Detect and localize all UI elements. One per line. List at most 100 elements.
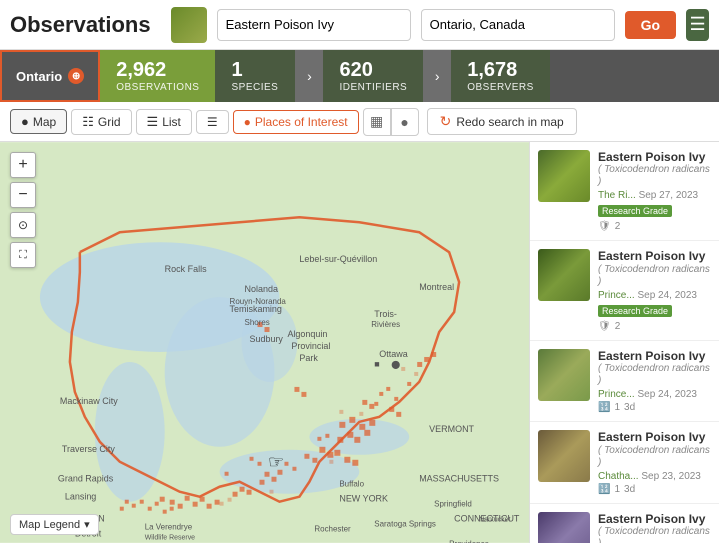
observation-name: Eastern Poison Ivy	[598, 512, 711, 526]
identifiers-label: IDENTIFIERS	[339, 82, 407, 93]
svg-text:Lebel-sur-Quévillon: Lebel-sur-Quévillon	[299, 254, 377, 264]
svg-text:⬤: ⬤	[391, 360, 400, 369]
region-label: Ontario	[16, 69, 62, 84]
shield-icon: 🛡	[598, 221, 611, 232]
svg-text:Provincial: Provincial	[291, 341, 330, 351]
observers-label: OBSERVERS	[467, 82, 534, 93]
observation-info: Eastern Poison Ivy ( Toxicodendron radic…	[598, 349, 711, 413]
svg-text:■: ■	[374, 359, 379, 369]
svg-text:Springfield: Springfield	[434, 500, 472, 509]
species-arrow[interactable]: ›	[295, 50, 323, 102]
svg-text:Nantucket: Nantucket	[479, 517, 510, 524]
observation-sci-name: ( Toxicodendron radicans )	[598, 264, 711, 288]
list-view-button[interactable]: ☰ List	[136, 109, 192, 135]
observation-name: Eastern Poison Ivy	[598, 150, 711, 164]
observation-name: Eastern Poison Ivy	[598, 349, 711, 363]
species-stat: 1 SPECIES	[215, 50, 295, 102]
svg-text:Temiskaming: Temiskaming	[230, 304, 282, 314]
toolbar: ● Map ☷ Grid ☰ List ☰ ● Places of Intere…	[0, 102, 719, 142]
observation-name: Eastern Poison Ivy	[598, 249, 711, 263]
observation-info: Eastern Poison Ivy ( Toxicodendron radic…	[598, 512, 711, 543]
identifiers-arrow[interactable]: ›	[423, 50, 451, 102]
list-label: List	[162, 115, 181, 129]
go-button[interactable]: Go	[625, 11, 676, 39]
observations-stat: 2,962 OBSERVATIONS	[100, 50, 215, 102]
observation-sci-name: ( Toxicodendron radicans )	[598, 164, 711, 188]
stats-bar: Ontario ⊕ 2,962 OBSERVATIONS 1 SPECIES ›…	[0, 50, 719, 102]
places-button[interactable]: ● Places of Interest	[233, 110, 359, 134]
search-input[interactable]	[217, 9, 411, 41]
region-selector[interactable]: Ontario ⊕	[0, 50, 100, 102]
list-item[interactable]: Eastern Poison Ivy ( Toxicodendron radic…	[530, 422, 719, 503]
fullscreen-button[interactable]: ⛶	[10, 242, 36, 268]
observations-label: OBSERVATIONS	[116, 82, 199, 93]
map-container[interactable]: Temiskaming Shores Rock Falls Lebel-sur-…	[0, 142, 529, 543]
svg-text:Rock Falls: Rock Falls	[165, 264, 207, 274]
location-input[interactable]	[421, 9, 615, 41]
svg-text:Rivières: Rivières	[371, 320, 400, 329]
observers-count: 1,678	[467, 60, 517, 80]
svg-text:Algonquin: Algonquin	[287, 329, 327, 339]
svg-text:Sudbury: Sudbury	[250, 334, 284, 344]
observation-name: Eastern Poison Ivy	[598, 430, 711, 444]
hamburger-icon: ☰	[689, 14, 705, 35]
id-count-icon: 🔢	[598, 402, 610, 413]
layers-icon: ☰	[207, 115, 218, 129]
svg-text:Ottawa: Ottawa	[379, 349, 407, 359]
observation-user: Chatha... Sep 23, 2023	[598, 471, 711, 482]
observation-meta: 🛡 2	[598, 221, 711, 232]
grid-toggle-squares[interactable]: ▦	[363, 108, 391, 136]
svg-text:Nolanda: Nolanda	[245, 284, 278, 294]
grid-view-button[interactable]: ☷ Grid	[71, 109, 131, 135]
observation-meta: 🛡 2	[598, 321, 711, 332]
main-content: Temiskaming Shores Rock Falls Lebel-sur-…	[0, 142, 719, 543]
list-item[interactable]: Eastern Poison Ivy ( Toxicodendron radic…	[530, 504, 719, 543]
observation-info: Eastern Poison Ivy ( Toxicodendron radic…	[598, 150, 711, 232]
map-legend[interactable]: Map Legend ▾	[10, 514, 99, 535]
observation-meta: 🔢 1 3d	[598, 402, 711, 413]
observation-sci-name: ( Toxicodendron radicans )	[598, 526, 711, 543]
observations-panel: Eastern Poison Ivy ( Toxicodendron radic…	[529, 142, 719, 543]
svg-text:Rouyn-Noranda: Rouyn-Noranda	[230, 297, 287, 306]
svg-text:MASSACHUSETTS: MASSACHUSETTS	[419, 474, 499, 484]
chevron-down-icon: ▾	[84, 518, 90, 531]
observation-thumbnail	[538, 430, 590, 482]
id-count-icon: 🔢	[598, 484, 610, 495]
list-icon: ☰	[147, 114, 159, 130]
identifiers-count: 620	[339, 60, 372, 80]
svg-text:CONNECTICUT: CONNECTICUT	[454, 514, 520, 524]
grid-toggle: ▦ ●	[363, 108, 419, 136]
grid-icon: ☷	[82, 114, 94, 130]
observation-sci-name: ( Toxicodendron radicans )	[598, 445, 711, 469]
header: Observations Go ☰	[0, 0, 719, 50]
svg-text:La Verendrye: La Verendrye	[145, 523, 193, 532]
menu-button[interactable]: ☰	[686, 9, 709, 41]
identifiers-stat: 620 IDENTIFIERS	[323, 50, 423, 102]
svg-text:Rochester: Rochester	[314, 525, 351, 534]
region-icon: ⊕	[68, 68, 84, 84]
places-label: Places of Interest	[255, 115, 348, 129]
observation-sci-name: ( Toxicodendron radicans )	[598, 363, 711, 387]
zoom-out-button[interactable]: −	[10, 182, 36, 208]
svg-text:NEW YORK: NEW YORK	[339, 494, 388, 504]
svg-text:Buffalo: Buffalo	[339, 480, 364, 489]
svg-text:Park: Park	[299, 353, 318, 363]
zoom-in-button[interactable]: +	[10, 152, 36, 178]
species-thumbnail	[171, 7, 207, 43]
species-label: SPECIES	[231, 82, 278, 93]
species-count: 1	[231, 60, 242, 80]
redo-search-button[interactable]: ↻ Redo search in map	[427, 108, 577, 135]
observers-stat: 1,678 OBSERVERS	[451, 50, 550, 102]
list-item[interactable]: Eastern Poison Ivy ( Toxicodendron radic…	[530, 341, 719, 422]
list-item[interactable]: Eastern Poison Ivy ( Toxicodendron radic…	[530, 241, 719, 340]
redo-icon: ↻	[440, 113, 452, 130]
shield-icon: 🛡	[598, 321, 611, 332]
observation-user: Prince... Sep 24, 2023	[598, 389, 711, 400]
locate-button[interactable]: ⊙	[10, 212, 36, 238]
grid-toggle-circles[interactable]: ●	[391, 108, 419, 136]
list-item[interactable]: Eastern Poison Ivy ( Toxicodendron radic…	[530, 142, 719, 241]
cursor-pointer: ☞	[268, 452, 284, 473]
svg-text:VERMONT: VERMONT	[429, 424, 474, 434]
map-view-button[interactable]: ● Map	[10, 109, 67, 134]
layers-button[interactable]: ☰	[196, 110, 229, 134]
